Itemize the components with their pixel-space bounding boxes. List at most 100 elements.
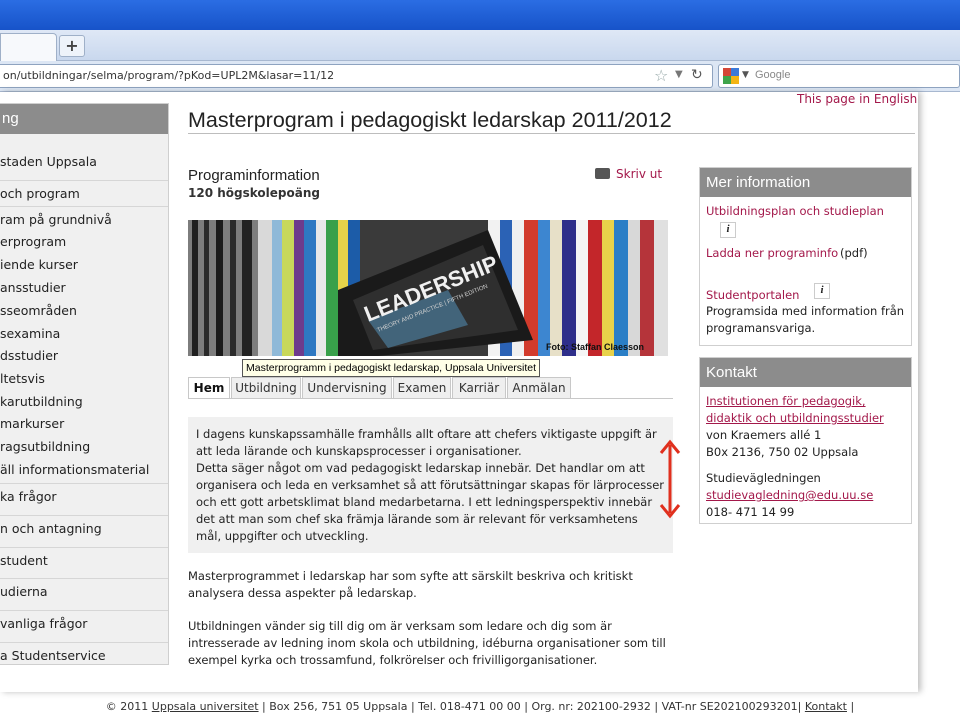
sidebar-item[interactable]: iende kurser	[0, 257, 168, 272]
sidebar-item[interactable]: erprogram	[0, 234, 168, 249]
url-text: on/utbildningar/selma/program/?pKod=UPL2…	[3, 69, 335, 82]
sidebar-item[interactable]: äll informationsmaterial	[0, 462, 168, 477]
sidebar-item[interactable]: sseområden	[0, 303, 168, 318]
sidebar-item[interactable]: ram på grundnivå	[0, 212, 168, 227]
sidebar-divider	[0, 515, 168, 516]
sidebar-divider	[0, 610, 168, 611]
more-info-heading: Mer information	[700, 168, 911, 197]
more-info-box: Mer information Utbildningsplan och stud…	[699, 167, 912, 346]
email-link[interactable]: studievagledning@edu.uu.se	[706, 488, 873, 502]
portal-description-line: Programsida med information från	[706, 304, 905, 318]
info-icon[interactable]: i	[814, 283, 830, 299]
body-text-line: intresserade av ledning inom skola och u…	[188, 636, 666, 650]
sidebar-item[interactable]: n och antagning	[0, 521, 168, 536]
sidebar-item[interactable]: staden Uppsala	[0, 154, 168, 169]
tab-divider	[188, 398, 673, 399]
url-dropdown-icon[interactable]: ▼	[675, 69, 683, 80]
info-icon[interactable]: i	[720, 222, 736, 238]
contact-link[interactable]: Kontakt	[805, 700, 847, 713]
tab-utbildning[interactable]: Utbildning	[231, 377, 301, 399]
contact-heading: Kontakt	[700, 358, 911, 387]
portal-description-line: programansvariga.	[706, 321, 816, 335]
bookmark-star-icon[interactable]: ☆	[654, 66, 668, 85]
sidebar-item[interactable]: ansstudier	[0, 280, 168, 295]
sidebar-item[interactable]: ka frågor	[0, 489, 168, 504]
guidance-label: Studievägledningen	[706, 471, 821, 485]
address-line: B0x 2136, 750 02 Uppsala	[706, 445, 859, 459]
page-footer: © 2011 Uppsala universitet | Box 256, 75…	[0, 700, 960, 713]
sidebar-heading: ng	[0, 104, 168, 134]
download-programinfo-link[interactable]: Ladda ner programinfo	[706, 246, 838, 260]
contact-box: Kontakt Institutionen för pedagogik, did…	[699, 357, 912, 524]
sidebar-divider	[0, 483, 168, 484]
footer-details: | Box 256, 751 05 Uppsala | Tel. 018-471…	[262, 700, 802, 713]
photo-credit: Foto: Staffan Claesson	[546, 342, 644, 352]
print-link[interactable]: Skriv ut	[595, 167, 662, 181]
department-link[interactable]: didaktik och utbildningsstudier	[706, 411, 884, 425]
intro-text-line: I dagens kunskapssamhälle framhålls allt…	[196, 427, 657, 441]
intro-text-line: och ett gott arbetsklimat bland medarbet…	[196, 495, 653, 509]
tab-hem[interactable]: Hem	[188, 377, 230, 399]
sidebar-item[interactable]: dsstudier	[0, 348, 168, 363]
pdf-label: (pdf)	[840, 246, 868, 260]
body-text-line: analysera dessa aspekter på ledarskap.	[188, 586, 417, 600]
program-banner-image: LEADERSHIP THEORY AND PRACTICE | FIFTH E…	[188, 220, 668, 356]
navigation-bar: on/utbildningar/selma/program/?pKod=UPL2…	[0, 61, 960, 92]
body-text-line: Masterprogrammet i ledarskap har som syf…	[188, 569, 633, 583]
browser-tab[interactable]	[0, 33, 57, 61]
address-bar[interactable]: on/utbildningar/selma/program/?pKod=UPL2…	[0, 64, 713, 88]
tab-strip: +	[0, 30, 960, 61]
search-engine-dropdown-icon[interactable]: ▼	[742, 70, 749, 80]
tab-anmälan[interactable]: Anmälan	[507, 377, 571, 399]
printer-icon	[595, 168, 610, 179]
tab-karriär[interactable]: Karriär	[452, 377, 506, 399]
studentportalen-link[interactable]: Studentportalen	[706, 288, 799, 302]
sidebar-item[interactable]: karutbildning	[0, 394, 168, 409]
sidebar-item[interactable]: vanliga frågor	[0, 616, 168, 631]
tab-examen[interactable]: Examen	[393, 377, 451, 399]
intro-text-line: Detta säger något om vad pedagogiskt led…	[196, 461, 645, 475]
search-placeholder: Google	[755, 69, 791, 81]
reload-icon[interactable]: ↻	[691, 67, 703, 83]
copyright: © 2011	[105, 700, 149, 713]
sidebar-item[interactable]: udierna	[0, 584, 168, 599]
sidebar-nav: ng staden Uppsala och program ram på grund…	[0, 103, 169, 665]
sidebar-divider	[0, 547, 168, 548]
tab-undervisning[interactable]: Undervisning	[302, 377, 392, 399]
intro-text-line: organisera och leda en verksamhet så att…	[196, 478, 665, 492]
english-page-link[interactable]: This page in English	[797, 92, 917, 106]
print-label: Skriv ut	[616, 167, 663, 181]
body-text-line: exempel kyrka och trossamfund, folkrörel…	[188, 653, 598, 667]
sidebar-divider	[0, 180, 168, 181]
address-line: von Kraemers allé 1	[706, 428, 822, 442]
sidebar-item[interactable]: student	[0, 553, 168, 568]
sidebar-divider	[0, 642, 168, 643]
section-title: Programinformation	[188, 167, 320, 184]
sidebar-item[interactable]: sexamina	[0, 326, 168, 341]
sidebar-divider	[0, 578, 168, 579]
credits-label: 120 högskolepoäng	[188, 186, 320, 200]
google-logo-icon	[723, 68, 739, 84]
intro-text-line: att leda lärande och kunskapsprocesser i…	[196, 444, 522, 458]
new-tab-button[interactable]: +	[59, 35, 85, 57]
web-page: ng staden Uppsala och program ram på grund…	[0, 92, 918, 692]
sidebar-item[interactable]: markurser	[0, 416, 168, 431]
double-arrow-icon	[659, 439, 681, 519]
sidebar-item[interactable]: ltetsvis	[0, 371, 168, 386]
image-caption-tooltip: Masterprogramm i pedagogiskt ledarskap, …	[242, 359, 541, 377]
search-box[interactable]: ▼ Google	[718, 64, 960, 88]
department-link[interactable]: Institutionen för pedagogik,	[706, 394, 866, 408]
page-title: Masterprogram i pedagogiskt ledarskap 20…	[188, 108, 672, 132]
sidebar-item[interactable]: ragsutbildning	[0, 439, 168, 454]
sidebar-divider	[0, 206, 168, 207]
study-plan-link[interactable]: Utbildningsplan och studieplan	[706, 204, 884, 218]
university-link[interactable]: Uppsala universitet	[152, 700, 259, 713]
intro-text-line: mål, uppgifter och utveckling.	[196, 529, 369, 543]
body-text-line: Utbildningen vänder sig till dig om är v…	[188, 619, 612, 633]
sidebar-item[interactable]: och program	[0, 186, 168, 201]
footer-end: |	[850, 700, 855, 713]
window-titlebar	[0, 0, 960, 30]
phone-number: 018- 471 14 99	[706, 505, 795, 519]
sidebar-item[interactable]: a Studentservice	[0, 648, 168, 663]
intro-box: I dagens kunskapssamhälle framhålls allt…	[188, 417, 673, 553]
